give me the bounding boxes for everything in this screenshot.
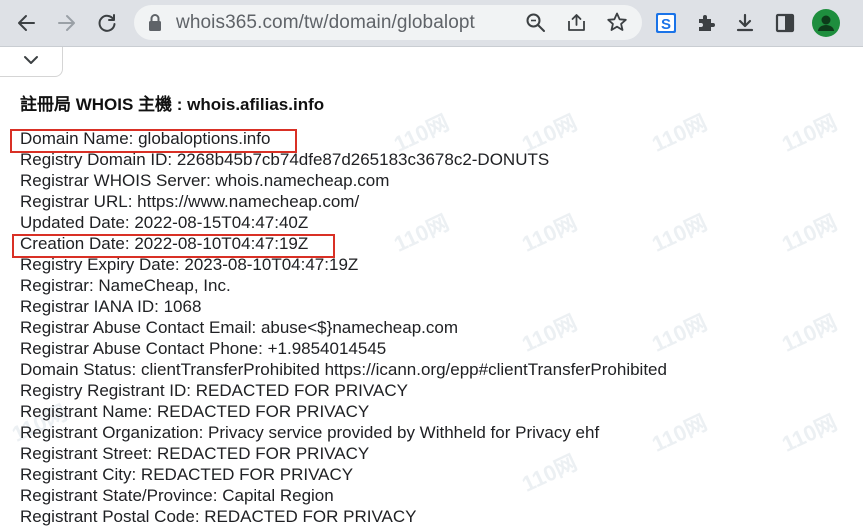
site-settings-icon[interactable] — [146, 13, 164, 38]
whois-line-abuse-phone: Registrar Abuse Contact Phone: +1.985401… — [20, 339, 387, 358]
side-panel-icon[interactable] — [769, 7, 801, 39]
whois-line-updated-date: Updated Date: 2022-08-15T04:47:40Z — [20, 213, 309, 232]
forward-arrow-icon[interactable] — [51, 7, 83, 39]
back-arrow-icon[interactable] — [10, 7, 42, 39]
url-text[interactable]: whois365.com/tw/domain/globaloptio... — [176, 12, 476, 34]
domain-name-highlight-box — [10, 129, 297, 153]
whois-server-heading: 註冊局 WHOIS 主機 : whois.afilias.info — [20, 95, 325, 114]
whois-line-registrant-city: Registrant City: REDACTED FOR PRIVACY — [20, 465, 354, 484]
extensions-puzzle-icon[interactable] — [690, 7, 722, 39]
whois-line-registrant-state: Registrant State/Province: Capital Regio… — [20, 486, 334, 505]
chevron-down-icon — [22, 53, 40, 71]
whois-line-registrant-organization: Registrant Organization: Privacy service… — [20, 423, 600, 442]
watermark: 110网 — [778, 109, 841, 157]
page-content: 110网 110网 110网 110网 110网 110网 110网 110网 … — [0, 76, 863, 529]
profile-avatar-icon[interactable] — [810, 7, 842, 39]
whois-line-abuse-email: Registrar Abuse Contact Email: abuse<$}n… — [20, 318, 458, 337]
s-extension-icon[interactable]: S — [650, 7, 682, 39]
whois-line-registrar-whois-server: Registrar WHOIS Server: whois.namecheap.… — [20, 171, 390, 190]
whois-line-registrar-iana-id: Registrar IANA ID: 1068 — [20, 297, 202, 316]
whois-line-registrar-url: Registrar URL: https://www.namecheap.com… — [20, 192, 360, 211]
whois-record: Domain Name: globaloptions.info Registry… — [20, 128, 667, 527]
watermark: 110网 — [778, 209, 841, 257]
zoom-icon[interactable] — [525, 12, 546, 38]
download-icon[interactable] — [729, 7, 761, 39]
bookmark-star-icon[interactable] — [606, 11, 628, 38]
reload-icon[interactable] — [91, 7, 123, 39]
whois-line-registrant-name: Registrant Name: REDACTED FOR PRIVACY — [20, 402, 370, 421]
browser-toolbar: whois365.com/tw/domain/globaloptio... S — [0, 0, 863, 46]
address-bar[interactable]: whois365.com/tw/domain/globaloptio... — [134, 5, 642, 40]
toolbar-divider — [0, 46, 863, 47]
whois-line-domain-status: Domain Status: clientTransferProhibited … — [20, 360, 667, 379]
whois-line-registrar: Registrar: NameCheap, Inc. — [20, 276, 231, 295]
svg-text:S: S — [661, 16, 671, 33]
expand-toggle-button[interactable] — [0, 47, 63, 77]
creation-date-highlight-box — [12, 234, 335, 258]
whois-line-registrant-postal-code: Registrant Postal Code: REDACTED FOR PRI… — [20, 507, 417, 526]
watermark: 110网 — [778, 309, 841, 357]
whois-line-registrant-id: Registry Registrant ID: REDACTED FOR PRI… — [20, 381, 408, 400]
whois-line-registrant-street: Registrant Street: REDACTED FOR PRIVACY — [20, 444, 370, 463]
watermark: 110网 — [778, 409, 841, 457]
share-icon[interactable] — [566, 12, 587, 38]
